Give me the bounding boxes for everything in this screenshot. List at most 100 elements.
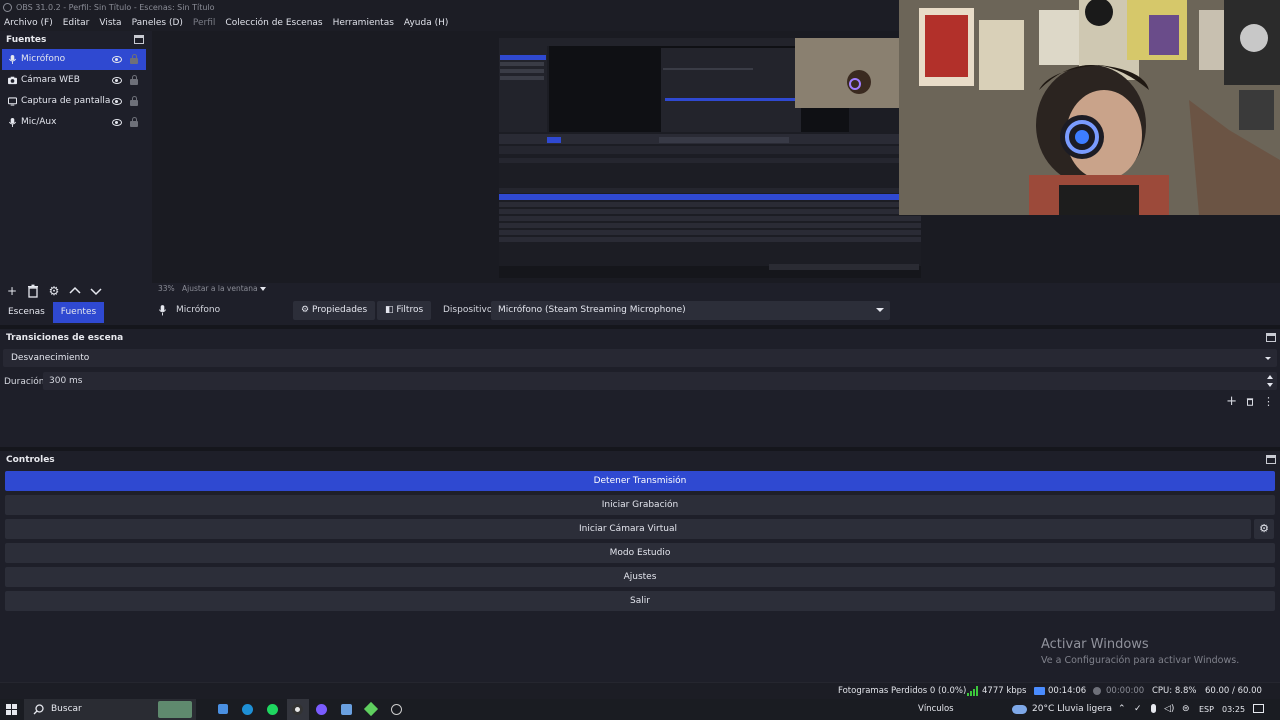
spin-up-icon[interactable] <box>1267 375 1273 379</box>
dock-tabs: Escenas Fuentes <box>0 302 148 323</box>
signal-bars-icon <box>967 686 978 696</box>
studio-mode-button[interactable]: Modo Estudio <box>5 543 1275 563</box>
settings-button[interactable]: Ajustes <box>5 567 1275 587</box>
chevron-down-icon[interactable] <box>88 283 104 299</box>
menu-paneles[interactable]: Paneles (D) <box>132 18 183 28</box>
exit-button[interactable]: Salir <box>5 591 1275 611</box>
source-item-captura-pantalla[interactable]: Captura de pantalla <box>2 91 146 112</box>
properties-bar: Micrófono ⚙ Propiedades ◧ Filtros Dispos… <box>152 300 1280 321</box>
steam-tray-icon[interactable]: ✓ <box>1134 699 1142 720</box>
watermark-title: Activar Windows <box>1041 637 1149 652</box>
window-title: OBS 31.0.2 - Perfil: Sin Título - Escena… <box>16 3 215 12</box>
menu-perfil[interactable]: Perfil <box>193 18 216 28</box>
zoom-dropdown-caret-icon[interactable] <box>260 287 266 291</box>
preview-canvas[interactable] <box>499 38 921 278</box>
menu-editar[interactable]: Editar <box>63 18 90 28</box>
add-source-icon[interactable]: + <box>4 283 20 299</box>
lock-icon[interactable] <box>130 117 138 127</box>
source-item-mic-aux[interactable]: Mic/Aux <box>2 112 146 133</box>
device-label: Dispositivo <box>443 305 493 315</box>
app-icon-2[interactable] <box>316 704 327 715</box>
bitrate: 4777 kbps <box>982 686 1027 696</box>
properties-button[interactable]: ⚙ Propiedades <box>293 301 376 320</box>
menu-vista[interactable]: Vista <box>99 18 121 28</box>
lock-icon[interactable] <box>130 75 138 85</box>
activate-windows-watermark: Activar Windows Ve a Configuración para … <box>1041 637 1239 666</box>
more-options-icon[interactable]: ⋮ <box>1263 396 1274 407</box>
lock-icon[interactable] <box>130 96 138 106</box>
transition-select[interactable]: Desvanecimiento <box>3 349 1277 367</box>
menu-coleccion-escenas[interactable]: Colección de Escenas <box>225 18 322 28</box>
menu-ayuda[interactable]: Ayuda (H) <box>404 18 448 28</box>
dropped-frames: Fotogramas Perdidos 0 (0.0%) <box>838 686 967 696</box>
edge-browser-icon[interactable] <box>242 704 253 715</box>
app-icon-4[interactable] <box>363 701 379 717</box>
lock-icon[interactable] <box>130 54 138 64</box>
zoom-bar: 33% Ajustar a la ventana <box>152 283 752 295</box>
filter-icon: ◧ <box>385 305 394 315</box>
spotify-icon[interactable] <box>267 704 278 715</box>
sources-toolbar: + ⚙ <box>0 282 148 299</box>
visibility-eye-icon[interactable] <box>112 98 122 105</box>
microphone-icon <box>8 55 17 64</box>
search-icon <box>33 704 44 715</box>
gear-icon: ⚙ <box>301 305 310 315</box>
notification-icon[interactable] <box>1253 704 1264 713</box>
source-item-microfono[interactable]: Micrófono <box>2 49 146 70</box>
trash-icon[interactable] <box>25 283 41 299</box>
zoom-level: 33% <box>158 284 175 293</box>
status-bar: Fotogramas Perdidos 0 (0.0%) 4777 kbps 0… <box>0 682 1280 712</box>
windows-start-icon[interactable] <box>6 704 17 715</box>
visibility-eye-icon[interactable] <box>112 56 122 63</box>
menu-archivo[interactable]: Archivo (F) <box>4 18 53 28</box>
monitor-icon <box>8 97 17 106</box>
add-transition-icon[interactable]: + <box>1226 395 1237 408</box>
filters-button[interactable]: ◧ Filtros <box>377 301 432 320</box>
obs-taskbar-button[interactable] <box>287 699 309 720</box>
taskbar-search-box[interactable]: Buscar <box>24 699 196 720</box>
webcam-feed <box>899 0 1280 215</box>
chevron-up-icon[interactable]: ⌃ <box>1118 699 1126 720</box>
chevron-up-icon[interactable] <box>67 283 83 299</box>
undock-icon[interactable] <box>1266 455 1276 464</box>
clock[interactable]: 03:25 <box>1222 699 1245 720</box>
microphone-icon <box>158 305 167 316</box>
app-icon-3[interactable] <box>341 704 352 715</box>
obs-icon <box>292 704 303 715</box>
search-placeholder: Buscar <box>51 704 82 714</box>
stop-streaming-button[interactable]: Detener Transmisión <box>5 471 1275 491</box>
menu-herramientas[interactable]: Herramientas <box>333 18 394 28</box>
recording-time: 00:00:00 <box>1106 686 1145 696</box>
visibility-eye-icon[interactable] <box>112 119 122 126</box>
sources-dock-title: Fuentes <box>6 35 47 45</box>
weather-text[interactable]: 20°C Lluvia ligera <box>1032 699 1112 720</box>
tab-escenas[interactable]: Escenas <box>0 302 53 323</box>
record-status-icon <box>1093 687 1101 695</box>
undock-icon[interactable] <box>134 35 144 44</box>
zoom-fit-select[interactable]: Ajustar a la ventana <box>182 283 258 295</box>
start-virtual-camera-button[interactable]: Iniciar Cámara Virtual <box>5 519 1251 539</box>
virtual-camera-settings-gear-icon[interactable]: ⚙ <box>1254 519 1274 539</box>
language-indicator[interactable]: ESP <box>1199 699 1214 720</box>
stream-time: 00:14:06 <box>1048 686 1087 696</box>
spin-down-icon[interactable] <box>1267 383 1273 387</box>
speaker-icon[interactable]: ◁) <box>1164 699 1174 720</box>
microphone-tray-icon[interactable] <box>1151 704 1156 713</box>
duration-input[interactable]: 300 ms <box>43 372 1277 390</box>
trash-icon[interactable] <box>1245 396 1255 407</box>
undock-icon[interactable] <box>1266 333 1276 342</box>
tab-fuentes[interactable]: Fuentes <box>52 302 105 323</box>
app-icon-5[interactable] <box>391 704 402 715</box>
cpu-usage: CPU: 8.8% <box>1152 686 1197 696</box>
duration-label: Duración <box>4 377 45 387</box>
webcam-image <box>899 0 1280 215</box>
source-item-camara-web[interactable]: Cámara WEB <box>2 70 146 91</box>
start-recording-button[interactable]: Iniciar Grabación <box>5 495 1275 515</box>
network-icon[interactable]: ⊜ <box>1182 699 1190 720</box>
visibility-eye-icon[interactable] <box>112 77 122 84</box>
app-icon-1[interactable] <box>218 704 228 714</box>
device-select[interactable]: Micrófono (Steam Streaming Microphone) <box>491 301 890 320</box>
gear-icon[interactable]: ⚙ <box>46 283 62 299</box>
links-toolbar[interactable]: Vínculos <box>918 699 954 720</box>
windows-taskbar: Buscar Vínculos 20°C Lluvia ligera ⌃ ✓ ◁… <box>0 699 1280 720</box>
